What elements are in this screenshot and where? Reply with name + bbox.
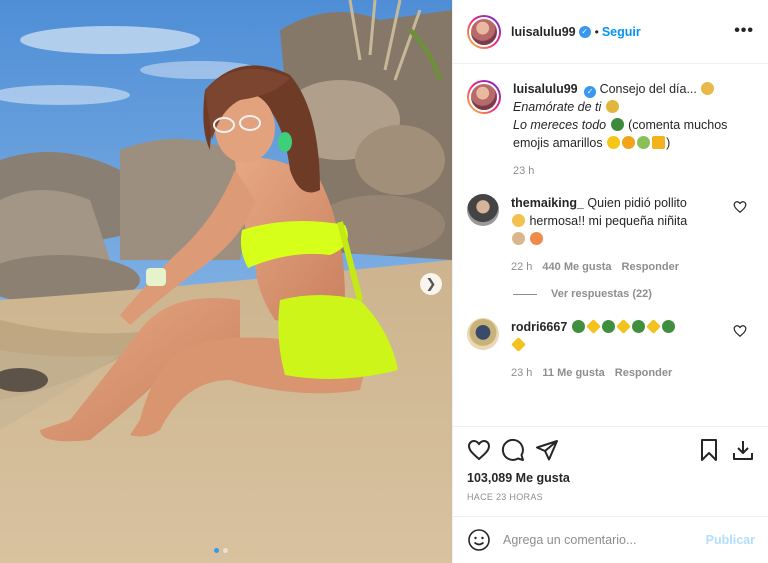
comments-list[interactable]: luisalulu99 ✓ Consejo del día... Enamóra… xyxy=(453,64,768,426)
caption-line3-italic: Lo mereces todo xyxy=(513,118,607,132)
replies-divider xyxy=(513,293,537,295)
caption-avatar[interactable] xyxy=(467,80,501,114)
bookmark-icon[interactable] xyxy=(697,438,721,462)
like-comment-heart-icon[interactable] xyxy=(733,324,747,338)
comment-composer: Publicar xyxy=(453,516,768,563)
carousel-dot-active xyxy=(214,548,219,553)
face-emoji-icon xyxy=(605,100,619,113)
baby-emoji-icon xyxy=(512,232,525,245)
face-emoji-icon xyxy=(701,82,715,95)
view-replies-label: Ver respuestas (22) xyxy=(551,288,652,300)
caption-line2: Enamórate de ti xyxy=(513,100,602,114)
carousel-dot xyxy=(223,548,228,553)
yellow-heart-emoji-icon xyxy=(585,319,601,334)
yellow-heart-emoji-icon xyxy=(615,319,631,334)
yellow-heart-emoji-icon xyxy=(511,337,526,352)
like-comment-heart-icon[interactable] xyxy=(733,200,747,214)
comment-text-b: hermosa!! mi pequeña niñita xyxy=(529,214,688,228)
post-photo[interactable]: ❯ xyxy=(0,0,452,563)
face-emoji-icon xyxy=(661,320,675,333)
view-replies-button[interactable]: Ver respuestas (22) xyxy=(513,288,755,300)
comment-input[interactable] xyxy=(503,533,706,547)
face-emoji-icon xyxy=(610,118,624,131)
author-avatar[interactable] xyxy=(467,14,501,49)
share-send-icon[interactable] xyxy=(535,438,559,462)
carousel-next-button[interactable]: ❯ xyxy=(420,273,442,295)
caption-time[interactable]: 23 h xyxy=(513,162,534,180)
commenter-avatar[interactable] xyxy=(467,318,499,350)
heart-eyes-emoji-icon xyxy=(530,232,544,245)
yellow-heart-emoji-icon xyxy=(645,319,661,334)
comment-likes[interactable]: 11 Me gusta xyxy=(542,364,604,382)
carousel-indicators xyxy=(214,548,228,553)
comment-likes[interactable]: 440 Me gusta xyxy=(542,258,611,276)
post-time-ago[interactable]: HACE 23 HORAS xyxy=(467,492,755,502)
sun-emoji-icon xyxy=(607,136,621,149)
face-emoji-icon xyxy=(631,320,645,333)
reply-button[interactable]: Responder xyxy=(615,364,672,382)
more-options-icon[interactable]: ••• xyxy=(734,22,754,40)
verified-badge-icon: ✓ xyxy=(584,86,597,98)
post-side-panel: luisalulu99 ✓ • Seguir ••• luisalulu99 ✓… xyxy=(452,0,768,563)
post-actions: 103,089 Me gusta HACE 23 HORAS xyxy=(453,426,768,516)
separator-dot: • xyxy=(594,24,599,39)
comment-item: rodri6667 23 h 11 Me gusta Responder xyxy=(467,318,755,382)
chick-emoji-icon xyxy=(512,214,525,227)
caption-line3-end: ) xyxy=(666,136,671,150)
caption: luisalulu99 ✓ Consejo del día... Enamóra… xyxy=(467,80,755,180)
author-username[interactable]: luisalulu99 xyxy=(511,25,576,39)
sparkle-emoji-icon xyxy=(622,136,636,149)
commenter-username[interactable]: themaiking_ xyxy=(511,196,584,210)
download-icon[interactable] xyxy=(731,438,755,462)
face-emoji-icon xyxy=(637,136,651,149)
hand-emoji-icon xyxy=(652,136,666,149)
emoji-smiley-icon[interactable] xyxy=(467,528,491,552)
follow-button[interactable]: Seguir xyxy=(602,25,641,39)
chevron-right-icon: ❯ xyxy=(425,276,437,291)
commenter-avatar[interactable] xyxy=(467,194,499,226)
face-emoji-icon xyxy=(601,320,615,333)
publish-button[interactable]: Publicar xyxy=(706,533,755,547)
caption-username[interactable]: luisalulu99 xyxy=(513,82,578,96)
like-heart-icon[interactable] xyxy=(467,438,491,462)
comment-text-a: Quien pidió pollito xyxy=(587,196,687,210)
beach-photo-illustration xyxy=(0,0,452,563)
comment-item: themaiking_ Quien pidió pollito hermosa!… xyxy=(467,194,755,276)
face-emoji-icon xyxy=(571,320,585,333)
verified-badge-icon: ✓ xyxy=(578,25,591,38)
comment-time[interactable]: 23 h xyxy=(511,364,532,382)
likes-count[interactable]: 103,089 Me gusta xyxy=(467,471,755,485)
reply-button[interactable]: Responder xyxy=(622,258,679,276)
caption-line1: Consejo del día... xyxy=(599,82,697,96)
comment-time[interactable]: 22 h xyxy=(511,258,532,276)
comment-bubble-icon[interactable] xyxy=(501,438,525,462)
post-header: luisalulu99 ✓ • Seguir ••• xyxy=(453,0,768,64)
commenter-username[interactable]: rodri6667 xyxy=(511,320,567,334)
